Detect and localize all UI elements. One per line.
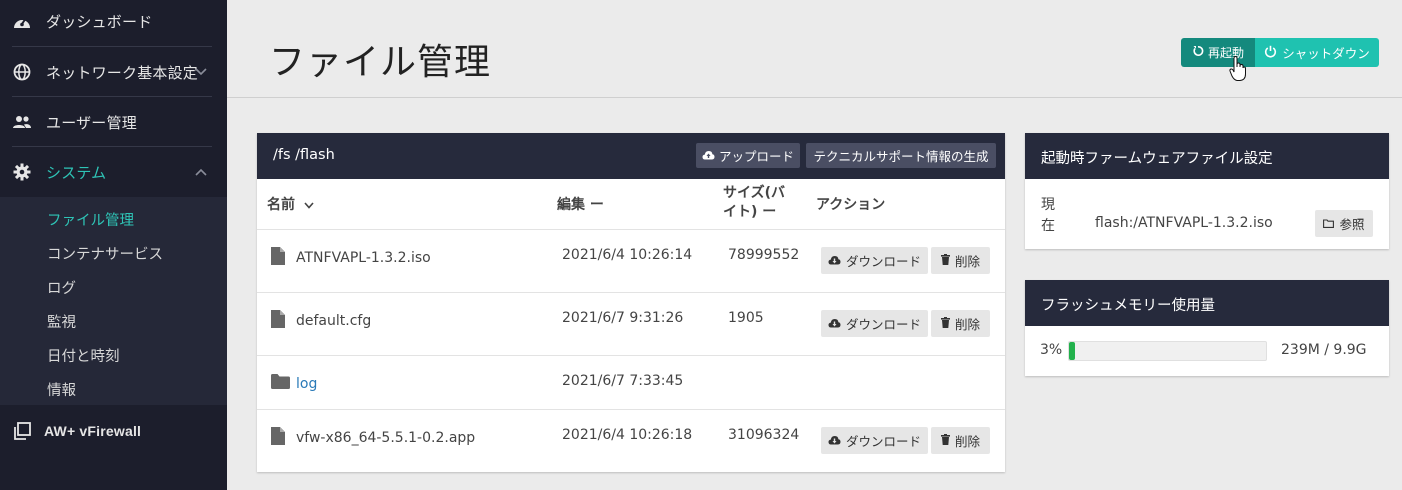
flash-memory-header: フラッシュメモリー使用量 xyxy=(1025,280,1389,326)
row-divider xyxy=(257,409,1005,410)
usage-amount: 239M / 9.9G xyxy=(1281,342,1367,358)
trash-icon xyxy=(940,253,950,268)
download-button[interactable]: ダウンロード xyxy=(821,247,928,274)
boot-firmware-header: 起動時ファームウェアファイル設定 xyxy=(1025,133,1389,179)
sidebar-subitem-date-time[interactable]: 日付と時刻 xyxy=(47,345,120,366)
usage-percent: 3% xyxy=(1040,342,1063,358)
sidebar-item-users[interactable]: ユーザー管理 xyxy=(0,97,227,147)
folder-icon xyxy=(271,374,291,394)
sidebar-item-label: ネットワーク基本設定 xyxy=(46,63,199,82)
copy-icon xyxy=(12,421,32,441)
globe-icon xyxy=(12,62,32,82)
sidebar-item-system[interactable]: システム xyxy=(0,147,227,197)
row-divider xyxy=(257,229,1005,230)
row-divider xyxy=(257,355,1005,356)
power-icon xyxy=(1264,45,1277,61)
delete-label: 削除 xyxy=(954,317,980,332)
cloud-upload-icon xyxy=(702,148,715,163)
current-label: 在 xyxy=(1041,218,1055,234)
upload-label: アップロード xyxy=(718,149,794,164)
delete-button[interactable]: 削除 xyxy=(931,427,990,454)
users-icon xyxy=(12,112,32,132)
system-submenu: ファイル管理 コンテナサービス ログ 監視 日付と時刻 情報 xyxy=(0,197,227,405)
file-name[interactable]: ATNFVAPL-1.3.2.iso xyxy=(296,250,431,266)
header-divider xyxy=(227,97,1402,98)
download-button[interactable]: ダウンロード xyxy=(821,310,928,337)
download-label: ダウンロード xyxy=(845,434,921,449)
download-button[interactable]: ダウンロード xyxy=(821,427,928,454)
sidebar-item-label: AW+ vFirewall xyxy=(44,423,142,439)
cloud-download-icon xyxy=(828,253,841,268)
usage-progress-fill xyxy=(1069,342,1075,360)
sidebar-item-label: ダッシュボード xyxy=(46,12,153,31)
sidebar-item-network[interactable]: ネットワーク基本設定 xyxy=(0,47,227,97)
column-header-name[interactable]: 名前 xyxy=(267,194,314,214)
sidebar: ダッシュボード ネットワーク基本設定 ユーザー管理 システム ファイル管理 コン… xyxy=(0,0,227,490)
trash-icon xyxy=(940,433,950,448)
column-header-action: アクション xyxy=(816,197,886,213)
browse-button[interactable]: 参照 xyxy=(1315,210,1373,237)
current-firmware-value: flash:/ATNFVAPL-1.3.2.iso xyxy=(1095,215,1273,231)
file-size: 1905 xyxy=(728,310,764,326)
sidebar-subitem-monitoring[interactable]: 監視 xyxy=(47,311,76,332)
download-label: ダウンロード xyxy=(845,254,921,269)
sidebar-item-vfirewall[interactable]: AW+ vFirewall xyxy=(0,406,227,456)
file-date: 2021/6/4 10:26:14 xyxy=(562,247,693,263)
file-panel: /fs /flash アップロード テクニカルサポート情報の生成 名前 編集 ー… xyxy=(257,133,1005,472)
sidebar-subitem-file-management[interactable]: ファイル管理 xyxy=(47,209,134,230)
sidebar-item-label: ユーザー管理 xyxy=(46,113,137,132)
chevron-down-icon xyxy=(304,197,314,213)
delete-label: 削除 xyxy=(954,434,980,449)
current-label: 現 xyxy=(1041,197,1055,213)
sidebar-subitem-info[interactable]: 情報 xyxy=(47,379,76,400)
panel-title: フラッシュメモリー使用量 xyxy=(1041,298,1215,314)
restart-icon xyxy=(1192,45,1204,60)
column-header-edit[interactable]: 編集 ー xyxy=(557,194,604,214)
file-panel-header: /fs /flash アップロード テクニカルサポート情報の生成 xyxy=(257,133,1005,179)
boot-firmware-panel: 起動時ファームウェアファイル設定 現 在 flash:/ATNFVAPL-1.3… xyxy=(1025,133,1389,249)
sidebar-item-dashboard[interactable]: ダッシュボード xyxy=(0,0,227,46)
file-icon xyxy=(271,247,287,267)
folder-name[interactable]: log xyxy=(296,376,317,392)
sidebar-item-label: システム xyxy=(46,163,107,182)
generate-support-info-button[interactable]: テクニカルサポート情報の生成 xyxy=(806,143,996,168)
browse-label: 参照 xyxy=(1339,217,1365,232)
support-info-label: テクニカルサポート情報の生成 xyxy=(813,149,989,164)
folder-icon xyxy=(1323,216,1335,231)
file-icon xyxy=(271,427,287,447)
upload-button[interactable]: アップロード xyxy=(696,143,800,168)
hand-cursor-icon xyxy=(1229,55,1247,82)
download-label: ダウンロード xyxy=(845,317,921,332)
current-path: /fs /flash xyxy=(273,147,335,163)
chevron-up-icon[interactable] xyxy=(194,165,208,179)
power-button-group: 再起動 シャットダウン xyxy=(1181,38,1379,67)
file-date: 2021/6/7 9:31:26 xyxy=(562,310,684,326)
delete-label: 削除 xyxy=(954,254,980,269)
speedometer-icon xyxy=(12,11,32,31)
row-divider xyxy=(257,292,1005,293)
trash-icon xyxy=(940,316,950,331)
panel-title: 起動時ファームウェアファイル設定 xyxy=(1041,151,1273,167)
sidebar-subitem-container-service[interactable]: コンテナサービス xyxy=(47,243,163,264)
shutdown-label: シャットダウン xyxy=(1282,46,1370,61)
shutdown-button[interactable]: シャットダウン xyxy=(1255,38,1379,67)
file-icon xyxy=(271,310,287,330)
cloud-download-icon xyxy=(828,316,841,331)
file-size: 31096324 xyxy=(728,427,800,443)
file-size: 78999552 xyxy=(728,247,800,263)
sidebar-subitem-log[interactable]: ログ xyxy=(47,277,76,298)
file-name[interactable]: vfw-x86_64-5.5.1-0.2.app xyxy=(296,430,475,446)
page-title: ファイル管理 xyxy=(269,42,492,83)
file-date: 2021/6/7 7:33:45 xyxy=(562,373,684,389)
cloud-download-icon xyxy=(828,433,841,448)
file-date: 2021/6/4 10:26:18 xyxy=(562,427,693,443)
delete-button[interactable]: 削除 xyxy=(931,247,990,274)
usage-progress-bar xyxy=(1068,341,1267,361)
column-header-size[interactable]: サイズ(バ イト) ー xyxy=(723,184,785,222)
chevron-down-icon[interactable] xyxy=(194,65,208,79)
delete-button[interactable]: 削除 xyxy=(931,310,990,337)
flash-memory-panel: フラッシュメモリー使用量 3% 239M / 9.9G xyxy=(1025,280,1389,376)
file-name[interactable]: default.cfg xyxy=(296,313,371,329)
gear-icon xyxy=(12,162,32,182)
